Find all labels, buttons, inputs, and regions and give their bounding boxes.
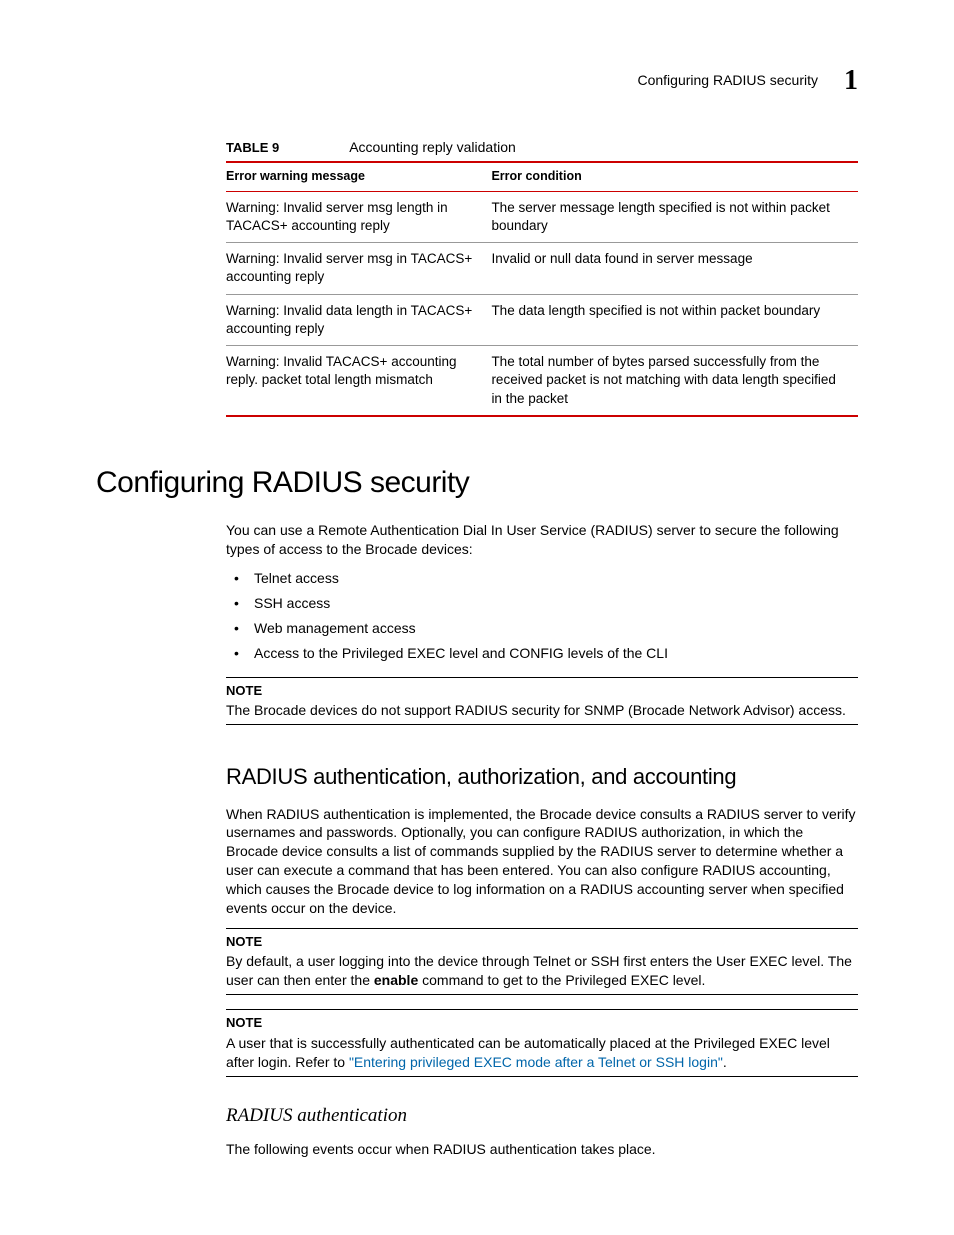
header-text: Configuring RADIUS security: [637, 71, 818, 90]
table-block: TABLE 9 Accounting reply validation Erro…: [226, 138, 858, 417]
note-block: NOTE By default, a user logging into the…: [226, 928, 858, 995]
section-body: You can use a Remote Authentication Dial…: [226, 521, 858, 1159]
note-label: NOTE: [226, 1014, 858, 1032]
note-block: NOTE The Brocade devices do not support …: [226, 677, 858, 725]
body-paragraph: The following events occur when RADIUS a…: [226, 1140, 858, 1159]
section-heading-h1: Configuring RADIUS security: [96, 463, 858, 504]
bullet-list: Telnet access SSH access Web management …: [226, 569, 858, 663]
table-cell-msg: Warning: Invalid data length in TACACS+ …: [226, 294, 491, 345]
section-heading-h2: RADIUS authentication, authorization, an…: [226, 763, 858, 791]
table-cell-msg: Warning: Invalid server msg length in TA…: [226, 191, 491, 242]
table-cell-cond: The total number of bytes parsed success…: [491, 346, 858, 416]
table-row: Warning: Invalid data length in TACACS+ …: [226, 294, 858, 345]
note-label: NOTE: [226, 933, 858, 951]
table-cell-msg: Warning: Invalid TACACS+ accounting repl…: [226, 346, 491, 416]
table-cell-cond: The data length specified is not within …: [491, 294, 858, 345]
note-rule-top: [226, 1009, 858, 1010]
running-header: Configuring RADIUS security 1: [637, 62, 858, 100]
note-text-post: .: [723, 1054, 727, 1070]
table-cell-cond: Invalid or null data found in server mes…: [491, 243, 858, 294]
note-rule-bottom: [226, 994, 858, 995]
note-rule-bottom: [226, 724, 858, 725]
list-item: Access to the Privileged EXEC level and …: [226, 644, 858, 663]
list-item: Telnet access: [226, 569, 858, 588]
table-header-col2: Error condition: [491, 162, 858, 191]
body-paragraph: When RADIUS authentication is implemente…: [226, 805, 858, 918]
table-cell-msg: Warning: Invalid server msg in TACACS+ a…: [226, 243, 491, 294]
table-cell-cond: The server message length specified is n…: [491, 191, 858, 242]
table-caption: TABLE 9 Accounting reply validation: [226, 138, 858, 157]
note-body: The Brocade devices do not support RADIU…: [226, 701, 858, 720]
list-item: Web management access: [226, 619, 858, 638]
table-row: Warning: Invalid server msg in TACACS+ a…: [226, 243, 858, 294]
page: Configuring RADIUS security 1 TABLE 9 Ac…: [0, 0, 954, 1235]
table-row: Warning: Invalid server msg length in TA…: [226, 191, 858, 242]
note-rule-top: [226, 928, 858, 929]
note-label: NOTE: [226, 682, 858, 700]
note-rule-top: [226, 677, 858, 678]
table-row: Warning: Invalid TACACS+ accounting repl…: [226, 346, 858, 416]
section-heading-h3: RADIUS authentication: [226, 1103, 858, 1129]
table-caption-text: Accounting reply validation: [349, 138, 516, 157]
chapter-number: 1: [844, 62, 858, 100]
note-text-bold: enable: [374, 972, 418, 988]
note-block: NOTE A user that is successfully authent…: [226, 1009, 858, 1076]
note-text-post: command to get to the Privileged EXEC le…: [418, 972, 705, 988]
table-header-row: Error warning message Error condition: [226, 162, 858, 191]
intro-paragraph: You can use a Remote Authentication Dial…: [226, 521, 858, 559]
note-rule-bottom: [226, 1076, 858, 1077]
list-item: SSH access: [226, 594, 858, 613]
error-table: Error warning message Error condition Wa…: [226, 161, 858, 417]
note-body: A user that is successfully authenticate…: [226, 1034, 858, 1072]
table-header-col1: Error warning message: [226, 162, 491, 191]
section: Configuring RADIUS security You can use …: [96, 463, 858, 1159]
cross-reference-link[interactable]: "Entering privileged EXEC mode after a T…: [349, 1054, 723, 1070]
table-label: TABLE 9: [226, 139, 279, 157]
note-body: By default, a user logging into the devi…: [226, 952, 858, 990]
